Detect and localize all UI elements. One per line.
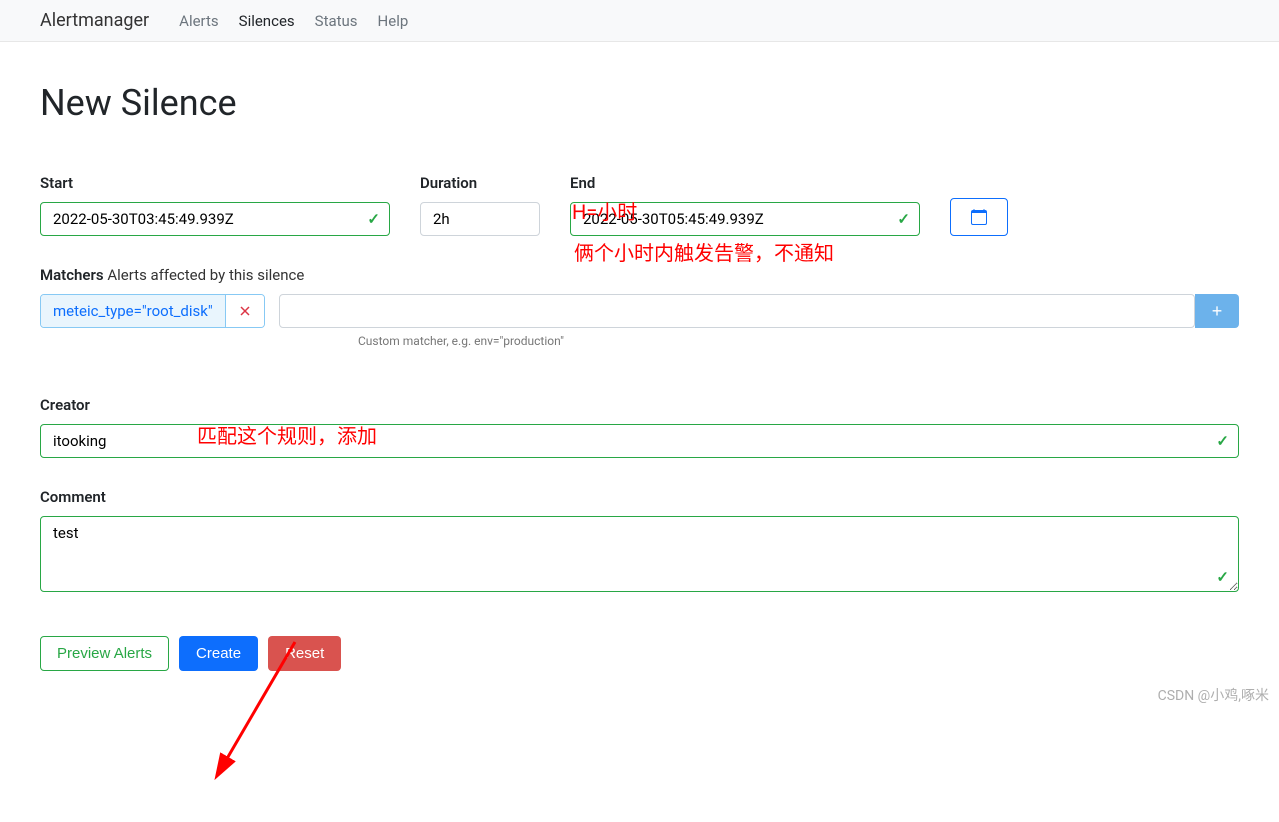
calendar-button[interactable]	[950, 198, 1008, 236]
create-button[interactable]: Create	[179, 636, 258, 671]
matcher-pill: meteic_type="root_disk"	[40, 294, 265, 328]
matcher-text: meteic_type="root_disk"	[41, 295, 225, 327]
comment-textarea[interactable]	[40, 516, 1239, 592]
matcher-remove-button[interactable]	[225, 295, 264, 327]
nav-help[interactable]: Help	[378, 12, 409, 30]
watermark: CSDN @小鸡,啄米	[1158, 685, 1269, 705]
creator-label: Creator	[40, 396, 1239, 414]
end-label: End	[570, 174, 920, 192]
navbar: Alertmanager Alerts Silences Status Help	[0, 0, 1279, 42]
calendar-icon	[971, 209, 987, 225]
brand: Alertmanager	[40, 10, 149, 31]
matcher-hint: Custom matcher, e.g. env="production"	[358, 334, 1239, 348]
page-title: New Silence	[40, 82, 1239, 124]
close-icon	[240, 306, 250, 316]
nav-silences[interactable]: Silences	[239, 12, 295, 30]
matchers-sublabel: Alerts affected by this silence	[107, 266, 304, 284]
duration-input[interactable]	[420, 202, 540, 236]
creator-input[interactable]	[40, 424, 1239, 458]
matcher-add-button[interactable]: +	[1195, 294, 1239, 328]
end-input[interactable]	[570, 202, 920, 236]
nav-alerts[interactable]: Alerts	[179, 12, 219, 30]
start-label: Start	[40, 174, 390, 192]
duration-label: Duration	[420, 174, 540, 192]
start-input[interactable]	[40, 202, 390, 236]
matchers-label: Matchers Alerts affected by this silence	[40, 266, 1239, 284]
preview-alerts-button[interactable]: Preview Alerts	[40, 636, 169, 671]
reset-button[interactable]: Reset	[268, 636, 341, 671]
comment-label: Comment	[40, 488, 1239, 506]
annotation-text: 俩个小时内触发告警，不通知	[574, 237, 834, 266]
plus-icon: +	[1212, 301, 1223, 322]
matcher-input[interactable]	[279, 294, 1195, 328]
nav-status[interactable]: Status	[315, 12, 358, 30]
